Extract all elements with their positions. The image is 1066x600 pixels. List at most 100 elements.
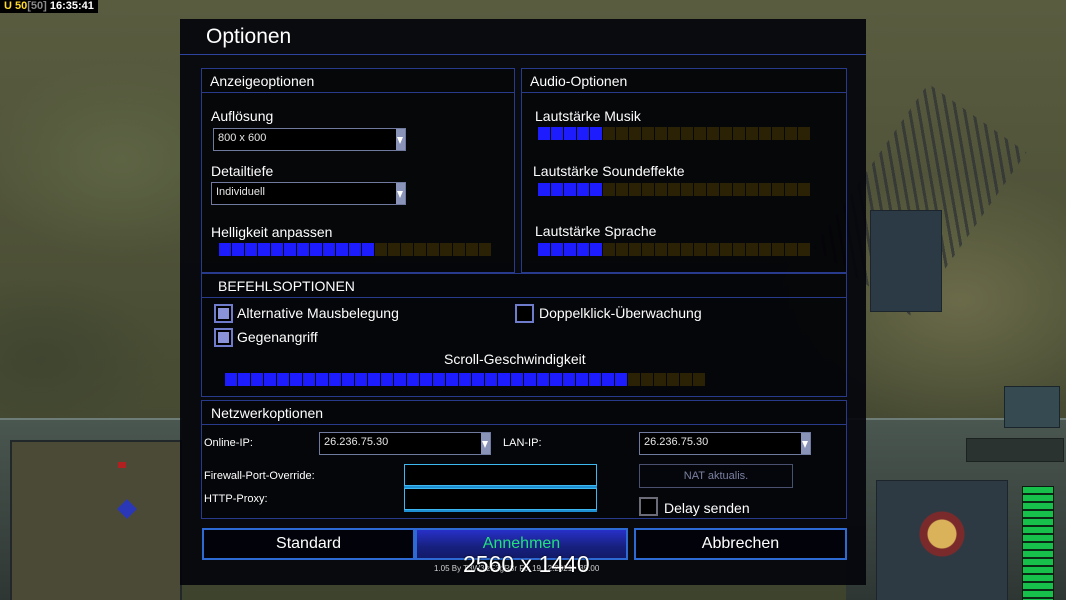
- slider-segment: [362, 243, 374, 256]
- title-divider: [180, 54, 866, 55]
- speech-volume-label: Lautstärke Sprache: [535, 223, 657, 239]
- faction-emblem-icon: [902, 504, 982, 564]
- slider-segment: [524, 373, 536, 386]
- slider-segment: [511, 373, 523, 386]
- firewall-port-input[interactable]: [404, 464, 597, 486]
- slider-segment: [680, 373, 692, 386]
- slider-segment: [453, 243, 465, 256]
- slider-segment: [655, 183, 667, 196]
- detail-dropdown[interactable]: Individuell: [211, 182, 406, 205]
- slider-segment: [303, 373, 315, 386]
- scroll-speed-slider[interactable]: [225, 373, 705, 386]
- slider-segment: [264, 373, 276, 386]
- slider-segment: [615, 373, 627, 386]
- slider-segment: [642, 127, 654, 140]
- doubleclick-checkbox[interactable]: [515, 304, 534, 323]
- slider-segment: [616, 183, 628, 196]
- slider-segment: [746, 127, 758, 140]
- command-options-header: BEFEHLSOPTIONEN: [202, 274, 846, 298]
- slider-segment: [564, 183, 576, 196]
- slider-segment: [693, 373, 705, 386]
- slider-segment: [785, 183, 797, 196]
- resolution-dropdown[interactable]: 800 x 600: [213, 128, 406, 151]
- slider-segment: [238, 373, 250, 386]
- http-proxy-input[interactable]: [404, 488, 597, 510]
- detail-label: Detailtiefe: [211, 163, 274, 179]
- slider-segment: [746, 183, 758, 196]
- slider-segment: [485, 373, 497, 386]
- slider-segment: [551, 183, 563, 196]
- alt-mouse-label: Alternative Mausbelegung: [237, 305, 399, 321]
- online-ip-dropdown[interactable]: 26.236.75.30: [319, 432, 491, 455]
- slider-segment: [577, 127, 589, 140]
- slider-segment: [603, 127, 615, 140]
- sfx-volume-slider[interactable]: [538, 183, 810, 196]
- slider-segment: [388, 243, 400, 256]
- chevron-down-icon[interactable]: [396, 183, 405, 204]
- slider-segment: [681, 127, 693, 140]
- minimap[interactable]: [10, 440, 182, 600]
- slider-segment: [232, 243, 244, 256]
- slider-segment: [407, 373, 419, 386]
- slider-segment: [342, 373, 354, 386]
- slider-segment: [759, 127, 771, 140]
- slider-segment: [271, 243, 283, 256]
- resolution-value: 800 x 600: [218, 132, 267, 144]
- slider-segment: [798, 127, 810, 140]
- slider-segment: [551, 243, 563, 256]
- slider-segment: [694, 183, 706, 196]
- slider-segment: [538, 243, 550, 256]
- slider-segment: [459, 373, 471, 386]
- slider-segment: [277, 373, 289, 386]
- radar-icon[interactable]: [1004, 386, 1060, 428]
- slider-segment: [616, 127, 628, 140]
- lan-ip-value: 26.236.75.30: [644, 436, 709, 448]
- counterattack-label: Gegenangriff: [237, 329, 318, 345]
- brightness-label: Helligkeit anpassen: [211, 224, 333, 240]
- slider-segment: [440, 243, 452, 256]
- music-volume-slider[interactable]: [538, 127, 810, 140]
- slider-segment: [538, 183, 550, 196]
- slider-segment: [258, 243, 270, 256]
- hud-right-panel: [846, 418, 1066, 600]
- slider-segment: [720, 183, 732, 196]
- slider-segment: [629, 183, 641, 196]
- cancel-button[interactable]: Abbrechen: [634, 528, 847, 560]
- lan-ip-dropdown[interactable]: 26.236.75.30: [639, 432, 811, 455]
- chevron-down-icon[interactable]: [801, 433, 810, 454]
- slider-segment: [759, 243, 771, 256]
- slider-segment: [759, 183, 771, 196]
- building: [870, 210, 942, 312]
- slider-segment: [603, 183, 615, 196]
- slider-segment: [733, 183, 745, 196]
- slider-segment: [472, 373, 484, 386]
- doubleclick-label: Doppelklick-Überwachung: [539, 305, 702, 321]
- slider-segment: [479, 243, 491, 256]
- resolution-overlay: 2560 x 1440: [463, 551, 590, 577]
- slider-segment: [694, 243, 706, 256]
- detail-value: Individuell: [216, 186, 265, 198]
- slider-segment: [433, 373, 445, 386]
- display-options-section: Anzeigeoptionen Auflösung 800 x 600 Deta…: [201, 68, 515, 273]
- slider-segment: [733, 243, 745, 256]
- delay-send-label: Delay senden: [664, 500, 750, 516]
- slider-segment: [420, 373, 432, 386]
- slider-segment: [498, 373, 510, 386]
- delay-send-checkbox[interactable]: [639, 497, 658, 516]
- slider-segment: [785, 127, 797, 140]
- chevron-down-icon[interactable]: [481, 433, 490, 454]
- nat-refresh-button[interactable]: NAT aktualis.: [639, 464, 793, 488]
- slider-segment: [551, 127, 563, 140]
- standard-button[interactable]: Standard: [202, 528, 415, 560]
- alt-mouse-checkbox[interactable]: [214, 304, 233, 323]
- counterattack-checkbox[interactable]: [214, 328, 233, 347]
- slider-segment: [746, 243, 758, 256]
- slider-segment: [563, 373, 575, 386]
- speech-volume-slider[interactable]: [538, 243, 810, 256]
- slider-segment: [577, 243, 589, 256]
- slider-segment: [668, 243, 680, 256]
- brightness-slider[interactable]: [219, 243, 491, 256]
- chevron-down-icon[interactable]: [396, 129, 405, 150]
- player-marker: [117, 499, 137, 519]
- slider-segment: [733, 127, 745, 140]
